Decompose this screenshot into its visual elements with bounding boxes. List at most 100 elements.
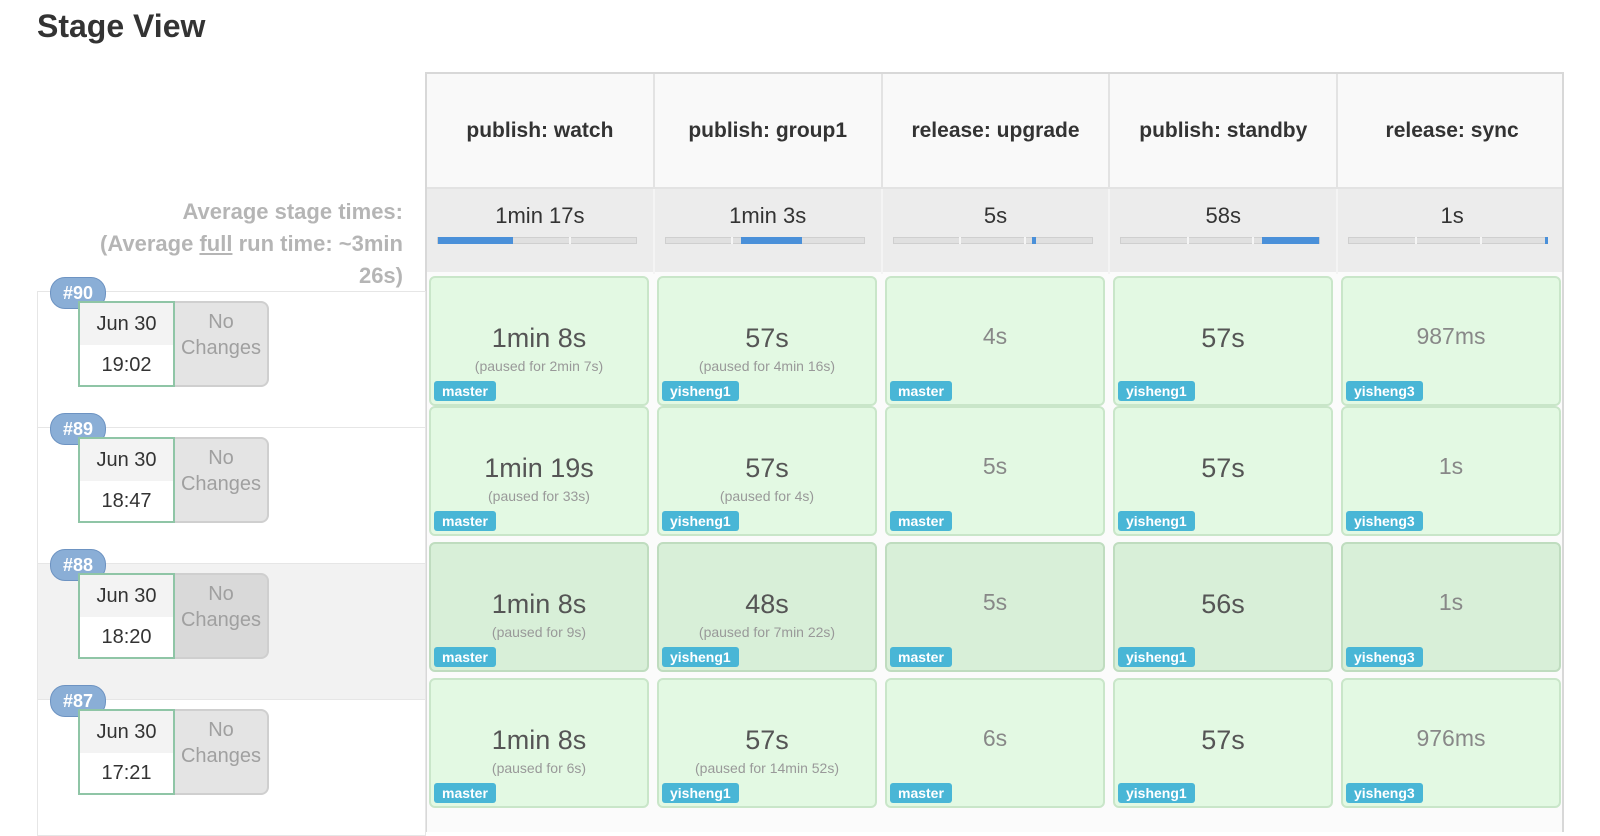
stage-header-publish-watch[interactable]: publish: watch: [427, 74, 655, 187]
build-date: Jun 30: [80, 303, 173, 345]
stage-header-release-sync[interactable]: release: sync: [1338, 74, 1562, 187]
stage-duration: 57s: [1201, 725, 1245, 755]
build-row-info: #89 Jun 30 18:47 No Changes: [37, 413, 426, 564]
stage-cell[interactable]: 57s (paused for 14min 52s) yisheng1: [657, 678, 877, 808]
stage-paused-note: (paused for 33s): [488, 488, 590, 504]
average-time-value: 1min 17s: [495, 203, 585, 228]
stage-cell[interactable]: 1min 8s (paused for 2min 7s) master: [429, 276, 649, 406]
stage-paused-note: (paused for 14min 52s): [695, 760, 839, 776]
page-title: Stage View: [37, 8, 206, 44]
stage-paused-note: (paused for 7min 22s): [698, 624, 836, 640]
stage-header-publish-standby[interactable]: publish: standby: [1110, 74, 1339, 187]
build-time: 18:47: [101, 490, 152, 512]
stage-duration: 1min 8s: [491, 323, 587, 353]
branch-tag: yisheng1: [1118, 381, 1195, 401]
branch-tag: master: [890, 783, 952, 803]
stage-cell[interactable]: 5s master: [885, 542, 1105, 672]
average-time-value: 1min 3s: [729, 203, 807, 228]
stage-cell[interactable]: 6s master: [885, 678, 1105, 808]
branch-tag: master: [434, 647, 496, 667]
stage-duration: 57s: [1201, 323, 1245, 353]
build-date-box[interactable]: Jun 30 18:47: [78, 437, 175, 523]
full-run-link[interactable]: full: [199, 231, 232, 256]
stage-duration: 57s: [1201, 453, 1245, 483]
build-date-box[interactable]: Jun 30 18:20: [78, 573, 175, 659]
build-date-box[interactable]: Jun 30 17:21: [78, 709, 175, 795]
average-time-cell: 1min 3s: [655, 189, 883, 274]
stage-duration: 4s: [982, 323, 1008, 349]
branch-tag: yisheng3: [1346, 511, 1423, 531]
stage-cell[interactable]: 57s yisheng1: [1113, 276, 1333, 406]
branch-tag: master: [890, 381, 952, 401]
branch-tag: master: [890, 647, 952, 667]
stage-cell[interactable]: 1min 19s (paused for 33s) master: [429, 406, 649, 536]
branch-tag: yisheng1: [662, 511, 739, 531]
average-time-value: 5s: [983, 203, 1008, 228]
stage-duration: 48s: [745, 589, 789, 619]
average-time-bar: [664, 237, 865, 244]
branch-tag: yisheng1: [1118, 783, 1195, 803]
stage-cell[interactable]: 1min 8s (paused for 6s) master: [429, 678, 649, 808]
build-time: 17:21: [101, 762, 152, 784]
stage-cell[interactable]: 1s yisheng3: [1341, 406, 1561, 536]
build-date: Jun 30: [80, 439, 173, 481]
build-date: Jun 30: [80, 711, 173, 753]
stage-duration: 1s: [1438, 589, 1464, 615]
stage-cell[interactable]: 57s (paused for 4s) yisheng1: [657, 406, 877, 536]
build-changes-box[interactable]: No Changes: [175, 301, 269, 387]
stage-duration: 57s: [745, 725, 789, 755]
stage-paused-note: (paused for 6s): [491, 760, 587, 776]
build-row-info: #87 Jun 30 17:21 No Changes: [37, 685, 426, 836]
stage-cell[interactable]: 48s (paused for 7min 22s) yisheng1: [657, 542, 877, 672]
branch-tag: yisheng1: [1118, 511, 1195, 531]
average-time-cell: 5s: [883, 189, 1111, 274]
stage-duration: 5s: [982, 453, 1008, 479]
average-times-row: 1min 17s 1min 3s 5s 58s 1s: [427, 187, 1562, 274]
stage-cell[interactable]: 57s yisheng1: [1113, 406, 1333, 536]
build-changes-box[interactable]: No Changes: [175, 437, 269, 523]
stage-duration: 56s: [1201, 589, 1245, 619]
stage-paused-note: (paused for 4s): [719, 488, 815, 504]
stage-cell[interactable]: 1min 8s (paused for 9s) master: [429, 542, 649, 672]
stage-cell[interactable]: 4s master: [885, 276, 1105, 406]
stage-cell[interactable]: 987ms yisheng3: [1341, 276, 1561, 406]
build-changes-box[interactable]: No Changes: [175, 573, 269, 659]
average-time-value: 1s: [1440, 203, 1464, 228]
stage-paused-note: (paused for 9s): [491, 624, 587, 640]
stage-duration: 1min 8s: [491, 725, 587, 755]
stage-cell[interactable]: 1s yisheng3: [1341, 542, 1561, 672]
average-time-cell: 1s: [1338, 189, 1562, 274]
build-date-box[interactable]: Jun 30 19:02: [78, 301, 175, 387]
stage-duration: 57s: [745, 323, 789, 353]
stage-header-release-upgrade[interactable]: release: upgrade: [882, 74, 1111, 187]
stage-duration: 987ms: [1416, 323, 1486, 349]
stage-cell[interactable]: 976ms yisheng3: [1341, 678, 1561, 808]
stage-header-publish-group1[interactable]: publish: group1: [654, 74, 883, 187]
build-date: Jun 30: [80, 575, 173, 617]
branch-tag: yisheng3: [1346, 647, 1423, 667]
average-time-bar-fill: [438, 237, 514, 244]
branch-tag: yisheng1: [1118, 647, 1195, 667]
branch-tag: master: [434, 511, 496, 531]
average-time-value: 58s: [1205, 203, 1242, 228]
branch-tag: yisheng1: [662, 783, 739, 803]
branch-tag: yisheng3: [1346, 381, 1423, 401]
stage-header-row: publish: watch publish: group1 release: …: [427, 74, 1562, 187]
build-row-info: #88 Jun 30 18:20 No Changes: [37, 549, 426, 700]
branch-tag: master: [434, 783, 496, 803]
average-line-1: Average stage times:: [182, 199, 403, 224]
stage-cell[interactable]: 57s yisheng1: [1113, 678, 1333, 808]
average-time-bar-fill: [741, 237, 803, 244]
stage-cell[interactable]: 57s (paused for 4min 16s) yisheng1: [657, 276, 877, 406]
average-time-cell: 58s: [1110, 189, 1339, 274]
build-changes-box[interactable]: No Changes: [175, 709, 269, 795]
branch-tag: yisheng3: [1346, 783, 1423, 803]
stage-duration: 1min 19s: [484, 453, 594, 483]
stage-cell[interactable]: 56s yisheng1: [1113, 542, 1333, 672]
stage-paused-note: (paused for 4min 16s): [698, 358, 836, 374]
build-time: 18:20: [101, 626, 152, 648]
average-time-bar-fill: [1261, 237, 1320, 244]
branch-tag: master: [434, 381, 496, 401]
stage-duration: 57s: [745, 453, 789, 483]
stage-cell[interactable]: 5s master: [885, 406, 1105, 536]
